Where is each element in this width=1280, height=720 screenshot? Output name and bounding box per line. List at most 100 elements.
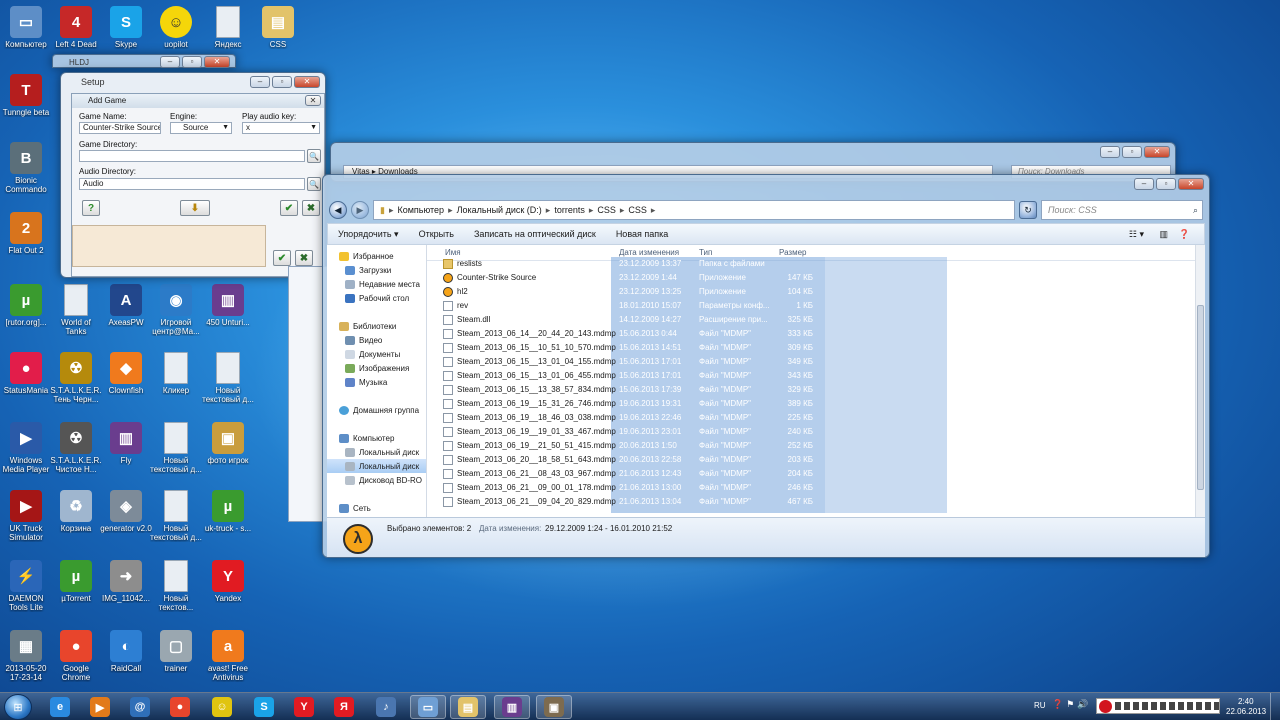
nav-pictures[interactable]: Изображения	[327, 361, 426, 375]
desktop-icon-item[interactable]: B Bionic Commando	[0, 142, 52, 194]
taskbar-button[interactable]: ▤	[450, 695, 486, 719]
taskbar-button[interactable]: ▭	[410, 695, 446, 719]
file-row[interactable]: Steam_2013_06_14__20_44_20_143.mdmp 15.06…	[441, 327, 813, 341]
file-row[interactable]: rev 18.01.2010 15:07 Параметры конф... 1 КБ	[441, 299, 813, 313]
nav-music[interactable]: Музыка	[327, 375, 426, 389]
desktop-icon-item[interactable]: Кликер	[150, 352, 202, 395]
file-row[interactable]: hl2 23.12.2009 13:25 Приложение 104 КБ	[441, 285, 813, 299]
record-icon[interactable]	[1099, 699, 1112, 713]
crumb-css[interactable]: CSS	[597, 205, 616, 215]
recording-indicator[interactable]	[1096, 698, 1220, 714]
minimize-button[interactable]: –	[1100, 146, 1120, 158]
nav-drive-c[interactable]: Локальный диск	[327, 445, 426, 459]
desktop-icon-item[interactable]: Новый текстов...	[150, 560, 202, 612]
desktop-icon-item[interactable]: ▶ Windows Media Player	[0, 422, 52, 474]
desktop-icon-item[interactable]: 2 Flat Out 2	[0, 212, 52, 255]
nav-computer[interactable]: Компьютер	[327, 431, 426, 445]
crumb-drive[interactable]: Локальный диск (D:)	[457, 205, 542, 215]
maximize-button[interactable]: ▫	[182, 56, 202, 68]
organize-button[interactable]: Упорядочить ▾	[328, 229, 409, 240]
help-icon[interactable]: ❓	[1052, 699, 1066, 709]
desktop-icon-item[interactable]: ▢ trainer	[150, 630, 202, 673]
language-indicator[interactable]: RU	[1034, 701, 1046, 710]
desktop-icon-item[interactable]: Y Yandex	[202, 560, 254, 603]
desktop-icon-item[interactable]: ◆ Clownfish	[100, 352, 152, 395]
clock-time[interactable]: 2:40	[1238, 697, 1254, 706]
desktop-icon-item[interactable]: ☺ uopilot	[150, 6, 202, 49]
search-icon[interactable]: ⌕	[1193, 205, 1198, 216]
nav-drive-d[interactable]: Локальный диск	[327, 459, 426, 473]
audio-dir-input[interactable]: Audio	[79, 178, 305, 190]
help-button[interactable]: ?	[82, 200, 100, 216]
crumb-css-sub[interactable]: CSS	[628, 205, 647, 215]
desktop-icon-item[interactable]: Новый текстовый д...	[150, 490, 202, 542]
desktop-icon-item[interactable]: ▥ 450 Unturi...	[202, 284, 254, 327]
file-row[interactable]: Steam_2013_06_21__08_43_03_967.mdmp 21.06…	[441, 467, 813, 481]
minimize-button[interactable]: –	[250, 76, 270, 88]
maximize-button[interactable]: ▫	[1156, 178, 1176, 190]
desktop-icon-item[interactable]: µ [rutor.org]...	[0, 284, 52, 327]
desktop-icon-item[interactable]: ➜ IMG_11042...	[100, 560, 152, 603]
desktop-icon-item[interactable]: ▣ фото игрок	[202, 422, 254, 465]
close-button[interactable]: ✕	[305, 95, 321, 106]
desktop-icon-item[interactable]: µ uk-truck - s...	[202, 490, 254, 533]
game-dir-input[interactable]	[79, 150, 305, 162]
file-row[interactable]: Steam_2013_06_19__19_01_33_467.mdmp 19.06…	[441, 425, 813, 439]
ok-button[interactable]: ✔	[280, 200, 298, 216]
taskbar-button[interactable]: ▣	[536, 695, 572, 719]
cancel-button[interactable]: ✖	[302, 200, 320, 216]
minimize-button[interactable]: –	[160, 56, 180, 68]
desktop-icon-item[interactable]: S Skype	[100, 6, 152, 49]
desktop-icon-item[interactable]: Новый текстовый д...	[150, 422, 202, 474]
explorer-window[interactable]: – ▫ ✕ ◀ ▶ ▮ ▸ Компьютер ▸ Локальный диск (…	[322, 174, 1210, 558]
close-button[interactable]: ✕	[204, 56, 230, 68]
desktop-icon-item[interactable]: ● Google Chrome	[50, 630, 102, 682]
crumb-torrents[interactable]: torrents	[554, 205, 585, 215]
start-orb-icon[interactable]: ⊞	[4, 694, 32, 720]
search-input[interactable]: Поиск: CSS ⌕	[1041, 200, 1203, 220]
file-row[interactable]: reslists 23.12.2009 13:37 Папка с файлами	[441, 257, 811, 271]
file-row[interactable]: Steam_2013_06_20__18_58_51_643.mdmp 20.06…	[441, 453, 813, 467]
desktop-icon-item[interactable]: ▤ CSS	[252, 6, 304, 49]
back-icon[interactable]: ◀	[329, 201, 347, 219]
volume-icon[interactable]: 🔊	[1077, 699, 1091, 709]
nav-downloads[interactable]: Загрузки	[327, 263, 426, 277]
taskbar-button[interactable]: Y	[286, 695, 322, 719]
game-name-input[interactable]: Counter-Strike Source	[79, 122, 161, 134]
nav-documents[interactable]: Документы	[327, 347, 426, 361]
desktop-icon-item[interactable]: ◉ Игровой центр@Ма...	[150, 284, 202, 336]
desktop-icon-item[interactable]: World of Tanks	[50, 284, 102, 336]
desktop-icon-item[interactable]: ♻ Корзина	[50, 490, 102, 533]
move-down-button[interactable]: ⬇	[180, 200, 210, 216]
setup-window[interactable]: Setup – ▫ ✕ Add Game ✕ Game Name: Counte…	[60, 72, 326, 278]
desktop-icon-item[interactable]: ▶ UK Truck Simulator	[0, 490, 52, 542]
file-row[interactable]: Steam_2013_06_15__13_01_06_455.mdmp 15.06…	[441, 369, 813, 383]
desktop-icon-item[interactable]: Новый текстовый д...	[202, 352, 254, 404]
close-button[interactable]: ✕	[1178, 178, 1204, 190]
taskbar-button[interactable]: @	[122, 695, 158, 719]
taskbar-button[interactable]: e	[42, 695, 78, 719]
desktop-icon-item[interactable]: ▦ 2013-05-20 17-23-14	[0, 630, 52, 682]
desktop-icon-item[interactable]: a avast! Free Antivirus	[202, 630, 254, 682]
play-key-select[interactable]: x ▼	[242, 122, 320, 134]
game-list-area[interactable]	[72, 225, 266, 267]
desktop-icon-item[interactable]: T Tunngle beta	[0, 74, 52, 117]
cancel-button[interactable]: ✖	[295, 250, 313, 266]
file-row[interactable]: Steam_2013_06_15__10_51_10_570.mdmp 15.06…	[441, 341, 813, 355]
file-row[interactable]: Steam_2013_06_19__21_50_51_415.mdmp 20.06…	[441, 439, 813, 453]
desktop-icon-item[interactable]: 4 Left 4 Dead	[50, 6, 102, 49]
desktop-icon-item[interactable]: ⚡ DAEMON Tools Lite	[0, 560, 52, 612]
file-list[interactable]: Имя Дата изменения Тип Размер reslists 23…	[427, 245, 1205, 517]
desktop-icon-item[interactable]: Яндекс	[202, 6, 254, 49]
taskbar-button[interactable]: ☺	[204, 695, 240, 719]
nav-libraries[interactable]: Библиотеки	[327, 319, 426, 333]
file-row[interactable]: Steam_2013_06_15__13_01_04_155.mdmp 15.06…	[441, 355, 813, 369]
file-row[interactable]: Steam_2013_06_21__09_00_01_178.mdmp 21.06…	[441, 481, 813, 495]
taskbar-button[interactable]: ♪	[368, 695, 404, 719]
scrollbar-thumb[interactable]	[1197, 305, 1204, 490]
maximize-button[interactable]: ▫	[272, 76, 292, 88]
forward-icon[interactable]: ▶	[351, 201, 369, 219]
new-folder-button[interactable]: Новая папка	[606, 229, 678, 239]
clock-date[interactable]: 22.06.2013	[1226, 707, 1266, 716]
nav-desktop[interactable]: Рабочий стол	[327, 291, 426, 305]
